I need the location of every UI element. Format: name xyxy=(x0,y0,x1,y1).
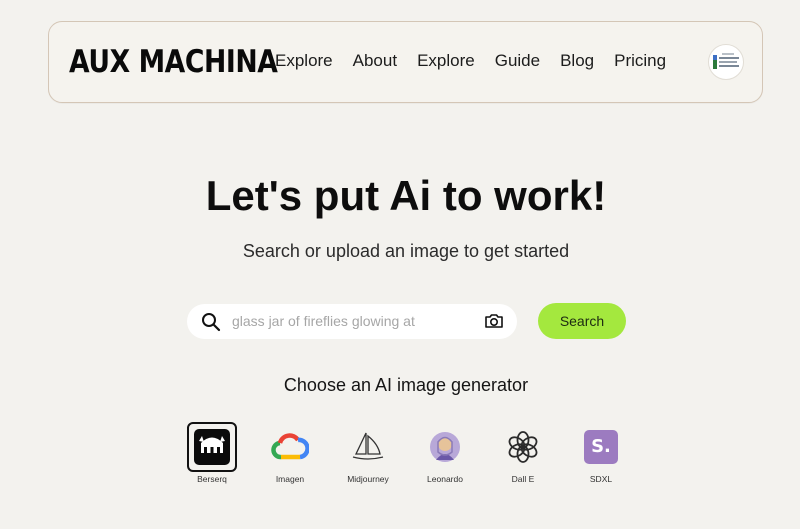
hero-subtitle: Search or upload an image to get started xyxy=(242,241,570,261)
nav-item-about[interactable]: About xyxy=(353,51,397,71)
generator-berserq[interactable]: Berserq xyxy=(172,422,252,484)
generator-leonardo[interactable]: Leonardo xyxy=(405,422,485,484)
sdxl-s-icon: S. xyxy=(584,430,618,464)
generator-icon-frame xyxy=(187,422,237,472)
generator-heading: Choose an AI image generator xyxy=(283,375,529,395)
generator-icon-frame: S. xyxy=(576,422,626,472)
camera-icon[interactable] xyxy=(484,312,504,335)
generator-sdxl[interactable]: S. SDXL xyxy=(561,422,641,484)
generator-label: SDXL xyxy=(589,474,613,484)
generator-icon-frame xyxy=(265,422,315,472)
search-box xyxy=(187,304,517,339)
top-navbar: AUX MACHINA Explore About Explore Guide … xyxy=(48,21,763,103)
magnifier-icon xyxy=(201,312,221,337)
generator-midjourney[interactable]: Midjourney xyxy=(328,422,408,484)
nav-item-blog[interactable]: Blog xyxy=(560,51,594,71)
leonardo-portrait-icon xyxy=(430,432,460,462)
generator-label: Midjourney xyxy=(347,474,389,484)
google-cloud-icon xyxy=(271,433,309,460)
user-avatar-icon[interactable] xyxy=(708,44,744,80)
generator-dall-e[interactable]: Dall E xyxy=(483,422,563,484)
search-button[interactable]: Search xyxy=(538,303,626,339)
nav-item-explore[interactable]: Explore xyxy=(275,51,333,71)
generator-label: Imagen xyxy=(275,474,305,484)
generator-icon-frame xyxy=(498,422,548,472)
brand-logo[interactable]: AUX MACHINA xyxy=(69,44,278,80)
openai-icon xyxy=(508,431,538,463)
generator-icon-frame xyxy=(343,422,393,472)
generator-icon-frame xyxy=(420,422,470,472)
hero-title: Let's put Ai to work! xyxy=(205,172,607,219)
berserq-logo-icon xyxy=(194,429,230,465)
search-input[interactable] xyxy=(232,311,462,331)
generator-label: Leonardo xyxy=(427,474,463,484)
generator-label: Dall E xyxy=(511,474,535,484)
sailboat-icon xyxy=(352,432,384,460)
nav-item-guide[interactable]: Guide xyxy=(495,51,540,71)
generator-label: Berserq xyxy=(197,474,227,484)
generator-imagen[interactable]: Imagen xyxy=(250,422,330,484)
nav-item-explore-2[interactable]: Explore xyxy=(417,51,475,71)
nav-links: Explore About Explore Guide Blog Pricing xyxy=(275,51,686,71)
nav-item-pricing[interactable]: Pricing xyxy=(614,51,666,71)
